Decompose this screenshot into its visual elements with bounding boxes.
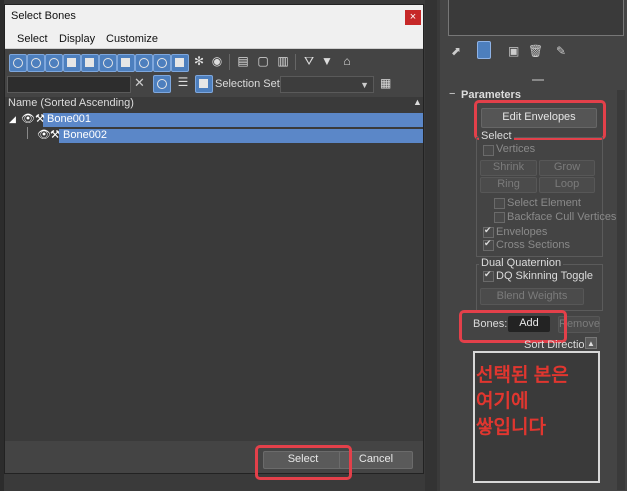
- groups-filter-icon[interactable]: [117, 54, 135, 72]
- dq-skinning-label: DQ Skinning Toggle: [496, 270, 594, 282]
- list-item-label: Bone002: [63, 129, 108, 141]
- list-column-header[interactable]: Name (Sorted Ascending) ▲: [5, 97, 423, 111]
- bone-icon: ⚒: [50, 129, 60, 141]
- rollout-drag-handle[interactable]: [532, 79, 544, 81]
- filter-icon[interactable]: ▼: [319, 54, 335, 70]
- close-icon[interactable]: ×: [405, 10, 421, 25]
- envelopes-label: Envelopes: [496, 226, 548, 238]
- select-all-icon[interactable]: ▤: [235, 54, 251, 70]
- hierarchy-icon[interactable]: [195, 75, 213, 93]
- eye-icon[interactable]: 👁: [37, 128, 51, 141]
- highlight-select-button: [255, 445, 352, 480]
- find-case-sensitive-icon[interactable]: [153, 75, 171, 93]
- tree-line: [27, 127, 28, 139]
- sort-direction-label: Sort Direction:: [524, 339, 594, 351]
- selection-set-dropdown[interactable]: ▼: [280, 76, 374, 93]
- menu-bar: Select Display Customize: [5, 29, 423, 49]
- dialog-footer: Select Cancel: [5, 441, 423, 480]
- lights-filter-icon[interactable]: [45, 54, 63, 72]
- pin-stack-icon[interactable]: ⬈: [451, 44, 465, 58]
- spacewarps-filter-icon[interactable]: [99, 54, 117, 72]
- dialog-title: Select Bones: [11, 10, 76, 22]
- eye-icon[interactable]: 👁: [21, 112, 35, 125]
- containers-filter-icon[interactable]: [171, 54, 189, 72]
- viewport-scrollbar[interactable]: [425, 0, 437, 491]
- bones-annotation: 선택된 본은 여기에 쌓입니다: [476, 365, 569, 438]
- menu-select[interactable]: Select: [17, 33, 48, 45]
- list-item[interactable]: Bone002: [59, 129, 423, 143]
- cross-sections-checkbox[interactable]: [483, 238, 494, 251]
- filter-funnel-icon[interactable]: ⛛: [301, 54, 317, 70]
- column-name-label: Name (Sorted Ascending): [8, 97, 134, 109]
- sort-ascending-icon: ▲: [413, 97, 422, 107]
- select-bones-dialog: Select Bones × Select Display Customize …: [4, 4, 424, 480]
- shrink-button[interactable]: Shrink: [480, 160, 537, 176]
- configure-modifier-sets-icon[interactable]: ✎: [556, 44, 570, 58]
- make-unique-icon[interactable]: ▣: [508, 44, 522, 58]
- show-end-result-icon[interactable]: [477, 41, 491, 59]
- list-item-label: Bone001: [47, 113, 92, 125]
- panel-scrollbar[interactable]: [617, 90, 625, 490]
- search-input[interactable]: [7, 76, 131, 93]
- menu-customize[interactable]: Customize: [106, 33, 158, 45]
- bone-icon: ⚒: [35, 113, 45, 125]
- dialog-titlebar[interactable]: Select Bones ×: [5, 5, 423, 29]
- loop-button[interactable]: Loop: [539, 177, 595, 193]
- bone-list[interactable]: Bone001 ◢ 👁 ⚒ Bone002 👁 ⚒: [5, 111, 423, 441]
- select-element-checkbox[interactable]: [494, 198, 505, 209]
- hidden-filter-icon[interactable]: ◉: [209, 54, 225, 70]
- vertices-checkbox[interactable]: [483, 145, 494, 156]
- frozen-filter-icon[interactable]: ✻: [191, 54, 207, 70]
- select-element-label: Select Element: [507, 197, 581, 209]
- dq-skinning-checkbox[interactable]: [483, 269, 494, 282]
- select-none-icon[interactable]: ▢: [255, 54, 271, 70]
- select-group-title: Select: [479, 130, 514, 142]
- helpers-filter-icon[interactable]: [81, 54, 99, 72]
- cross-sections-label: Cross Sections: [496, 239, 570, 251]
- bones-filter-icon[interactable]: [153, 54, 171, 72]
- backface-cull-label: Backface Cull Vertices: [507, 211, 617, 223]
- chevron-down-icon: ▼: [360, 80, 369, 90]
- xrefs-filter-icon[interactable]: [135, 54, 153, 72]
- dq-group-title: Dual Quaternion: [479, 257, 564, 269]
- collapse-icon: −: [449, 88, 456, 100]
- list-item[interactable]: Bone001: [43, 113, 423, 127]
- toolbar-separator: [229, 54, 230, 70]
- menu-display[interactable]: Display: [59, 33, 95, 45]
- modifier-stack-box: [448, 0, 624, 36]
- select-invert-icon[interactable]: ▥: [275, 54, 291, 70]
- layer-icon[interactable]: ☰: [175, 75, 191, 91]
- clear-search-icon[interactable]: ✕: [134, 75, 148, 91]
- remove-modifier-icon[interactable]: 🗑: [528, 44, 543, 58]
- vertices-label: Vertices: [496, 143, 536, 155]
- expand-icon[interactable]: ◢: [9, 114, 16, 125]
- sort-direction-icon[interactable]: ▲: [585, 337, 597, 349]
- grow-button[interactable]: Grow: [539, 160, 595, 176]
- filter-toolbar: ✻ ◉ ▤ ▢ ▥ ⛛ ▼ ⌂: [5, 51, 423, 73]
- cameras-filter-icon[interactable]: [63, 54, 81, 72]
- shapes-filter-icon[interactable]: [27, 54, 45, 72]
- envelopes-checkbox[interactable]: [483, 225, 494, 238]
- backface-cull-checkbox[interactable]: [494, 212, 505, 223]
- selection-set-label: Selection Set:: [215, 78, 283, 90]
- toolbar-separator: [295, 54, 296, 70]
- geometry-filter-icon[interactable]: [9, 54, 27, 72]
- blend-weights-button[interactable]: Blend Weights: [480, 288, 584, 305]
- ring-button[interactable]: Ring: [480, 177, 537, 193]
- edit-selection-set-icon[interactable]: ▦: [380, 76, 394, 92]
- display-options-icon[interactable]: ⌂: [339, 54, 355, 70]
